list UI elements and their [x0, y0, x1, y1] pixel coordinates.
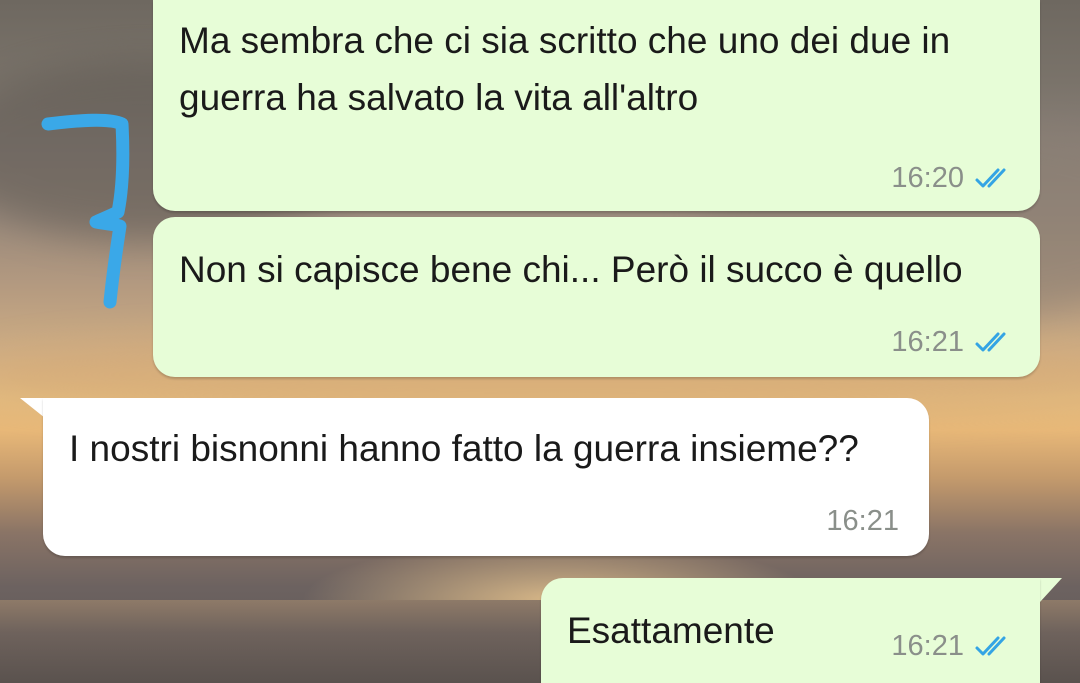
- message-bubble-outgoing[interactable]: Esattamente 16:21: [541, 578, 1040, 683]
- message-time: 16:21: [891, 326, 964, 358]
- message-text: Ma sembra che ci sia scritto che uno dei…: [179, 20, 951, 118]
- message-meta: 16:21: [891, 327, 1014, 357]
- message-meta: 16:21: [891, 631, 1014, 661]
- double-check-blue-icon: [975, 332, 1006, 352]
- message-text: I nostri bisnonni hanno fatto la guerra …: [69, 428, 859, 469]
- message-time: 16:20: [891, 162, 964, 194]
- message-bubble-outgoing[interactable]: Non si capisce bene chi... Però il succo…: [153, 217, 1040, 377]
- double-check-blue-icon: [975, 168, 1006, 188]
- message-meta: 16:20: [891, 163, 1014, 193]
- message-text: Non si capisce bene chi... Però il succo…: [179, 249, 963, 290]
- message-time: 16:21: [826, 505, 899, 537]
- message-time: 16:21: [891, 630, 964, 662]
- message-meta: 16:21: [826, 506, 899, 536]
- message-bubble-incoming[interactable]: I nostri bisnonni hanno fatto la guerra …: [43, 398, 929, 556]
- outgoing-tail: [1040, 578, 1062, 602]
- double-check-blue-icon: [975, 636, 1006, 656]
- message-bubble-outgoing[interactable]: Ma sembra che ci sia scritto che uno dei…: [153, 0, 1040, 211]
- annotation-bracket: [41, 113, 130, 309]
